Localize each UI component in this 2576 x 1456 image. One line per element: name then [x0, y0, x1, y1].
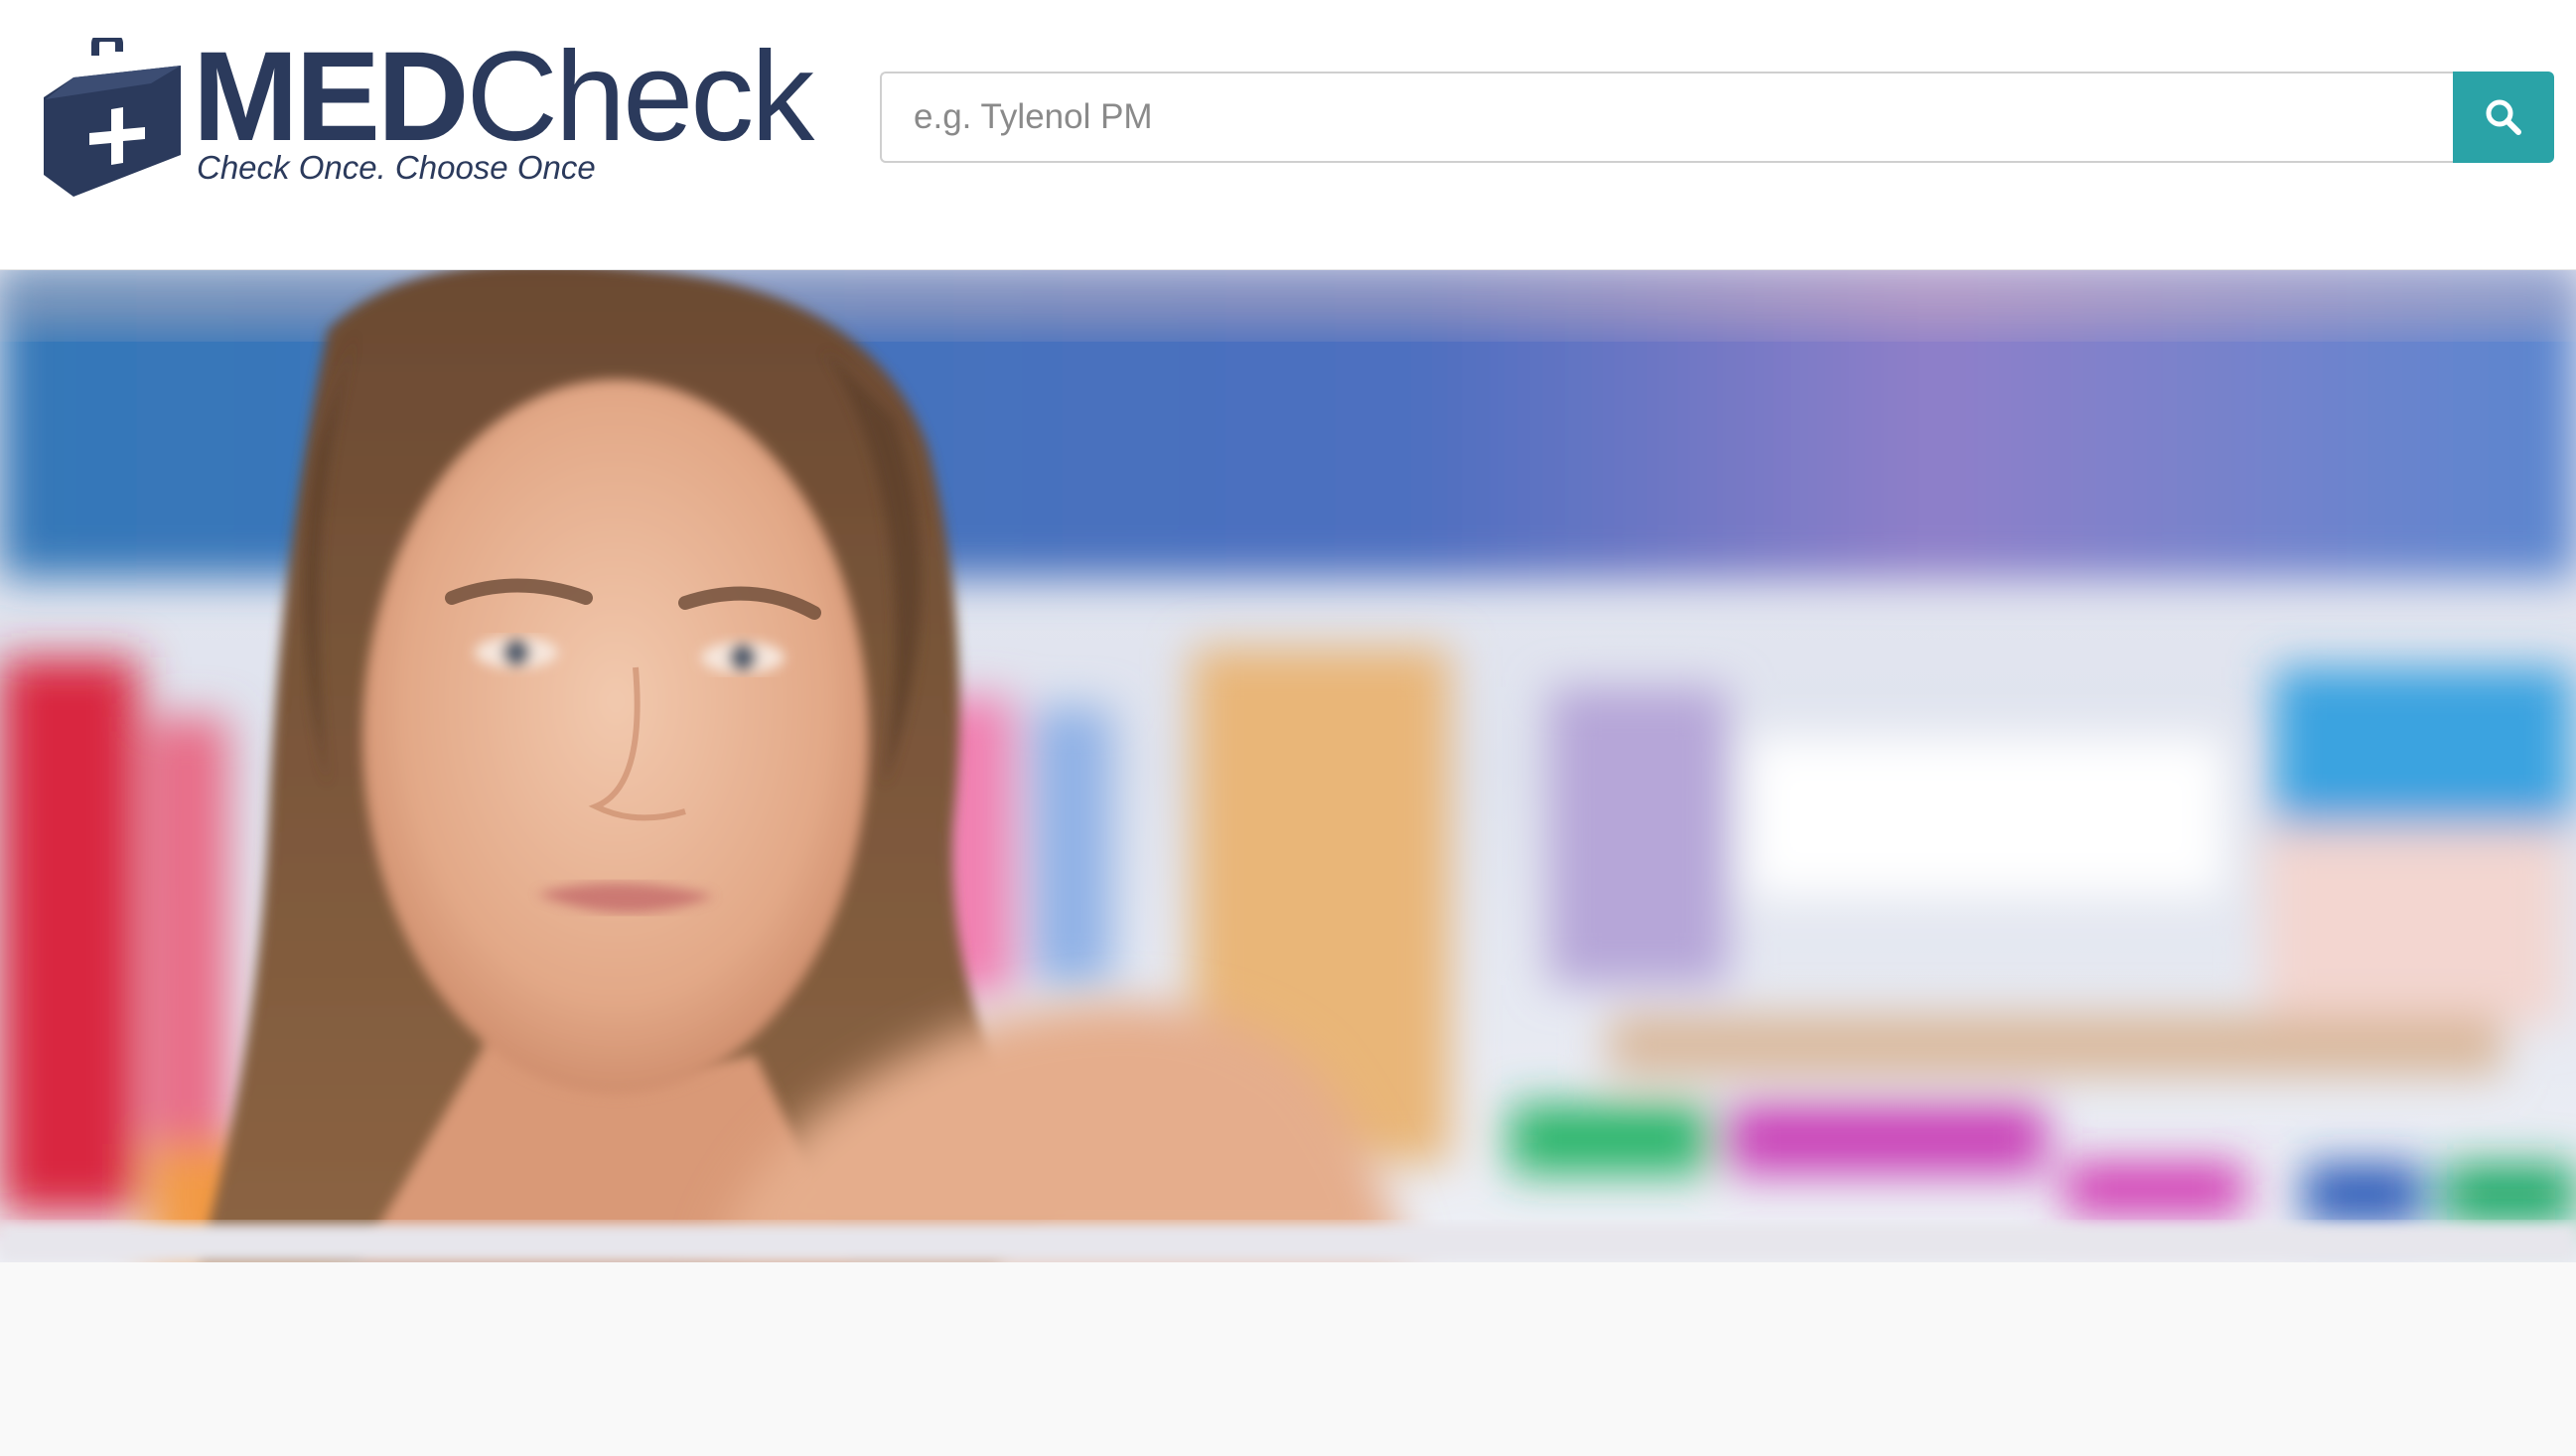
site-header: MEDCheck Check Once. Choose Once — [0, 0, 2576, 270]
search-icon — [2486, 99, 2521, 135]
page-body — [0, 1262, 2576, 1456]
brand-tagline: Check Once. Choose Once — [197, 149, 596, 186]
medical-bag-logo-icon — [44, 38, 181, 197]
hero-banner — [0, 270, 2576, 1262]
brand-name-bold: MED — [193, 26, 469, 168]
search-form — [880, 72, 2554, 163]
brand-name-light: Check — [466, 26, 814, 168]
search-input[interactable] — [880, 72, 2453, 163]
brand-name: MEDCheck — [193, 34, 814, 161]
hero-photo — [0, 270, 2576, 1262]
medcheck-logo[interactable]: MEDCheck Check Once. Choose Once — [44, 34, 814, 202]
search-button[interactable] — [2453, 72, 2554, 163]
